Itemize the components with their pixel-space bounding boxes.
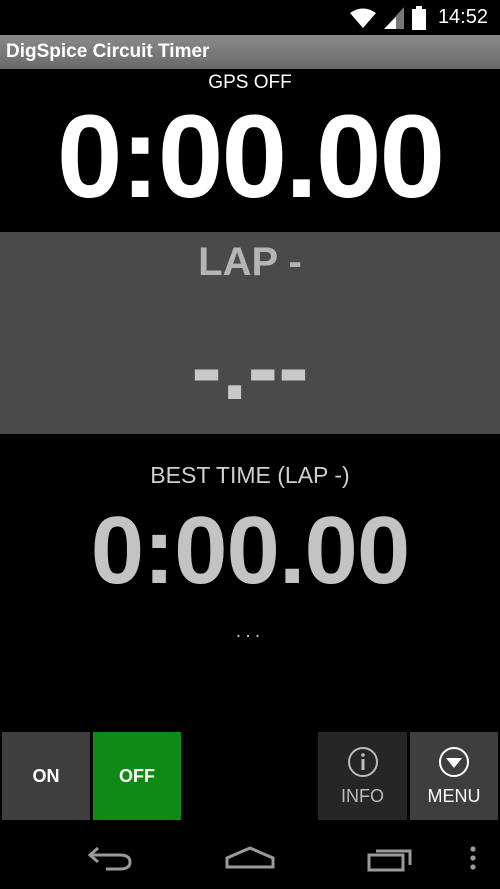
overflow-menu-button[interactable] <box>455 826 491 889</box>
home-button[interactable] <box>210 826 290 889</box>
back-button[interactable] <box>70 826 150 889</box>
on-button-label: ON <box>32 765 60 786</box>
best-time-label: BEST TIME (LAP -) <box>150 462 350 488</box>
status-ellipsis: ... <box>235 620 265 642</box>
on-button[interactable]: ON <box>2 732 90 820</box>
battery-icon <box>411 5 426 30</box>
navigation-bar <box>0 826 500 889</box>
menu-button-label: MENU <box>427 785 481 806</box>
status-bar: 14:52 <box>0 0 500 35</box>
best-time: 0:00.00 <box>90 497 411 604</box>
off-button[interactable]: OFF <box>93 732 181 820</box>
signal-icon <box>383 6 404 29</box>
lap-time: -.-- <box>191 317 309 419</box>
menu-button[interactable]: MENU <box>410 732 498 820</box>
wifi-icon <box>349 8 376 28</box>
current-timer: 0:00.00 <box>56 91 445 223</box>
status-clock: 14:52 <box>437 6 488 28</box>
home-icon <box>225 845 275 868</box>
back-icon <box>87 846 132 870</box>
off-button-label: OFF <box>119 765 155 786</box>
recent-apps-icon <box>367 849 412 871</box>
app-title: DigSpice Circuit Timer <box>6 41 210 62</box>
lap-label: LAP - <box>198 240 302 284</box>
dropdown-circle-icon <box>439 746 469 777</box>
overflow-menu-icon <box>470 845 476 870</box>
info-button-label: INFO <box>341 785 384 806</box>
info-button[interactable]: INFO <box>318 732 407 820</box>
app-title-bar: DigSpice Circuit Timer <box>0 35 500 69</box>
info-icon <box>347 746 378 777</box>
recent-apps-button[interactable] <box>350 826 430 889</box>
